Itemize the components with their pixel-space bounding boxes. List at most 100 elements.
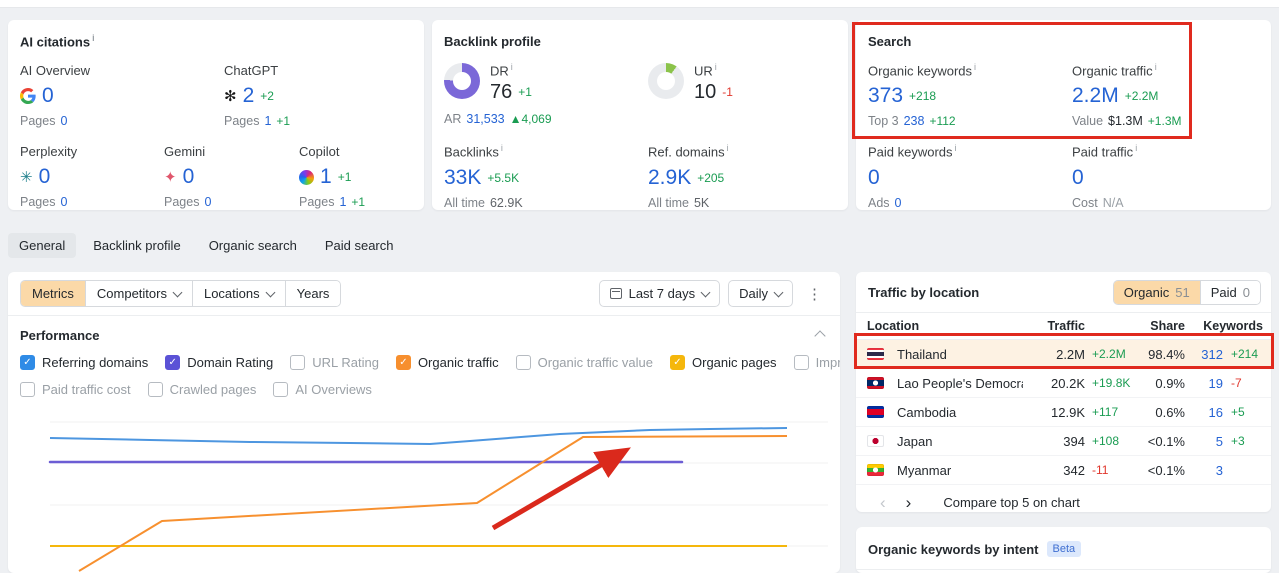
performance-title: Performance (20, 328, 100, 343)
compare-top5-link[interactable]: Compare top 5 on chart (943, 495, 1080, 510)
info-icon: i (954, 143, 957, 154)
chevron-down-icon (265, 287, 276, 297)
gemini-tile: Gemini ✦ 0 Pages 0 (164, 144, 212, 210)
checkbox-box: ✓ (165, 355, 181, 370)
organic-keywords-value: 373 (868, 84, 904, 108)
beta-badge: Beta (1046, 541, 1082, 557)
red-annotation-arrow (491, 447, 631, 531)
perplexity-icon: ✳ (20, 168, 33, 186)
backlinks-value: 33K (444, 165, 482, 189)
ur-donut-chart (648, 63, 684, 99)
top-header-strip (0, 0, 1279, 8)
info-icon: i (92, 33, 95, 43)
ai-overview-tile: AI Overview 0 Pages 0 (20, 63, 91, 129)
date-range-button[interactable]: Last 7 days (598, 280, 721, 307)
chatgpt-icon: ✻ (224, 87, 237, 105)
chevron-down-icon (700, 287, 711, 297)
search-title: Search (868, 34, 912, 49)
organic-keywords-tile: Organic keywords i 373 +218 Top 3 238 +112 (868, 62, 977, 129)
laos-flag-icon (867, 377, 884, 389)
perplexity-tile: Perplexity ✳ 0 Pages 0 (20, 144, 78, 210)
checkbox-paid-traffic-cost[interactable]: ✓Paid traffic cost (20, 382, 131, 397)
dr-donut-chart (444, 63, 480, 99)
metric-checkbox-row-1: ✓Referring domains ✓Domain Rating ✓URL R… (8, 343, 840, 370)
paid-keywords-tile: Paid keywords i 0 Ads 0 (868, 143, 957, 210)
view-segmented-control: Metrics Competitors Locations Years (20, 280, 342, 307)
metrics-button[interactable]: Metrics (21, 281, 86, 306)
backlinks-tile: Backlinks i 33K +5.5K All time 62.9K (444, 143, 523, 210)
more-options-kebab-icon[interactable]: ⋮ (801, 283, 828, 305)
checkbox-ai-overviews[interactable]: ✓AI Overviews (273, 382, 372, 397)
checkbox-organic-pages[interactable]: ✓ Organic pages (670, 355, 777, 370)
chatgpt-tile: ChatGPT ✻ 2 +2 Pages 1 +1 (224, 63, 291, 129)
organic-traffic-value: 2.2M (1072, 84, 1119, 108)
info-icon: i (510, 62, 513, 72)
organic-traffic-line (78, 435, 788, 572)
section-tabs: General Backlink profile Organic search … (8, 233, 405, 258)
gemini-icon: ✦ (164, 168, 177, 186)
checkbox-box: ✓ (273, 382, 289, 397)
checkbox-organic-traffic-value[interactable]: ✓Organic traffic value (515, 355, 653, 370)
table-row-laos[interactable]: Lao People's Democratic Reput 20.2K +19.… (856, 369, 1271, 398)
years-button[interactable]: Years (285, 281, 341, 306)
copilot-tile: Copilot 1 +1 Pages 1 +1 (299, 144, 366, 210)
performance-card: Metrics Competitors Locations Years Last… (8, 272, 840, 573)
checkbox-impressions[interactable]: ✓Impressions (793, 355, 840, 370)
thailand-flag-icon (867, 348, 884, 360)
copilot-value: 1 (320, 165, 332, 189)
url-rating-tile: UR i 10 -1 (648, 63, 733, 126)
checkbox-box: ✓ (395, 355, 411, 370)
traffic-by-location-card: Traffic by location Organic 51 Paid 0 Loca… (856, 272, 1271, 512)
checkbox-domain-rating[interactable]: ✓ Domain Rating (165, 355, 273, 370)
backlink-profile-card: Backlink profile DR i 76 +1 AR 31,533 ▲4,069… (432, 20, 848, 210)
toggle-organic[interactable]: Organic 51 (1113, 281, 1200, 304)
info-icon: i (714, 62, 717, 72)
checkbox-box: ✓ (147, 382, 163, 397)
tab-general[interactable]: General (8, 233, 77, 258)
calendar-icon (609, 288, 622, 299)
collapse-chevron-icon[interactable] (814, 330, 826, 342)
divider (856, 569, 1271, 570)
checkbox-crawled-pages[interactable]: ✓Crawled pages (147, 382, 256, 397)
backlink-profile-title: Backlink profile (444, 34, 541, 49)
chevron-down-icon (773, 287, 784, 297)
paid-traffic-tile: Paid traffic i 0 Cost N/A (1072, 143, 1138, 210)
checkbox-referring-domains[interactable]: ✓ Referring domains (20, 355, 148, 370)
dr-value: 76 (490, 80, 513, 103)
checkbox-box: ✓ (793, 355, 809, 370)
granularity-button[interactable]: Daily (728, 280, 793, 307)
chevron-down-icon (172, 287, 183, 297)
checkbox-box: ✓ (515, 355, 531, 370)
organic-paid-toggle: Organic 51 Paid 0 (1112, 280, 1261, 305)
ref-domains-value: 2.9K (648, 165, 692, 189)
toggle-paid[interactable]: Paid 0 (1199, 281, 1260, 304)
intent-card-title: Organic keywords by intent (868, 541, 1039, 557)
traffic-by-location-title: Traffic by location (868, 285, 980, 300)
prev-page-icon[interactable]: ‹ (870, 494, 896, 511)
metric-checkbox-row-2: ✓Paid traffic cost ✓Crawled pages ✓AI Ov… (8, 370, 840, 397)
chatgpt-value: 2 (242, 84, 255, 108)
table-row-japan[interactable]: Japan 394 +108 <0.1% 5 +3 (856, 427, 1271, 456)
next-page-icon[interactable]: › (896, 494, 922, 511)
ai-overview-value: 0 (42, 84, 54, 108)
competitors-button[interactable]: Competitors (85, 281, 193, 306)
performance-line-chart (8, 396, 840, 573)
tab-paid-search[interactable]: Paid search (314, 233, 405, 258)
table-row-thailand[interactable]: Thailand 2.2M +2.2M 98.4% 312 +214 (856, 340, 1271, 369)
myanmar-flag-icon (867, 464, 884, 476)
checkbox-organic-traffic[interactable]: ✓ Organic traffic (395, 355, 499, 370)
organic-keywords-by-intent-card: Organic keywords by intent Beta (856, 527, 1271, 573)
ai-citations-title: AI citations i (20, 33, 95, 50)
table-row-myanmar[interactable]: Myanmar 342 -11 <0.1% 3 (856, 456, 1271, 485)
info-icon: i (974, 62, 977, 72)
paid-keywords-value: 0 (868, 165, 880, 189)
tab-backlink-profile[interactable]: Backlink profile (82, 233, 191, 258)
checkbox-box: ✓ (670, 355, 685, 370)
info-icon: i (500, 143, 503, 154)
gemini-value: 0 (182, 165, 195, 189)
locations-button[interactable]: Locations (192, 281, 286, 306)
search-card: Search Organic keywords i 373 +218 Top 3 23… (856, 20, 1271, 210)
checkbox-url-rating[interactable]: ✓URL Rating (290, 355, 379, 370)
table-row-cambodia[interactable]: Cambodia 12.9K +117 0.6% 16 +5 (856, 398, 1271, 427)
tab-organic-search[interactable]: Organic search (198, 233, 308, 258)
